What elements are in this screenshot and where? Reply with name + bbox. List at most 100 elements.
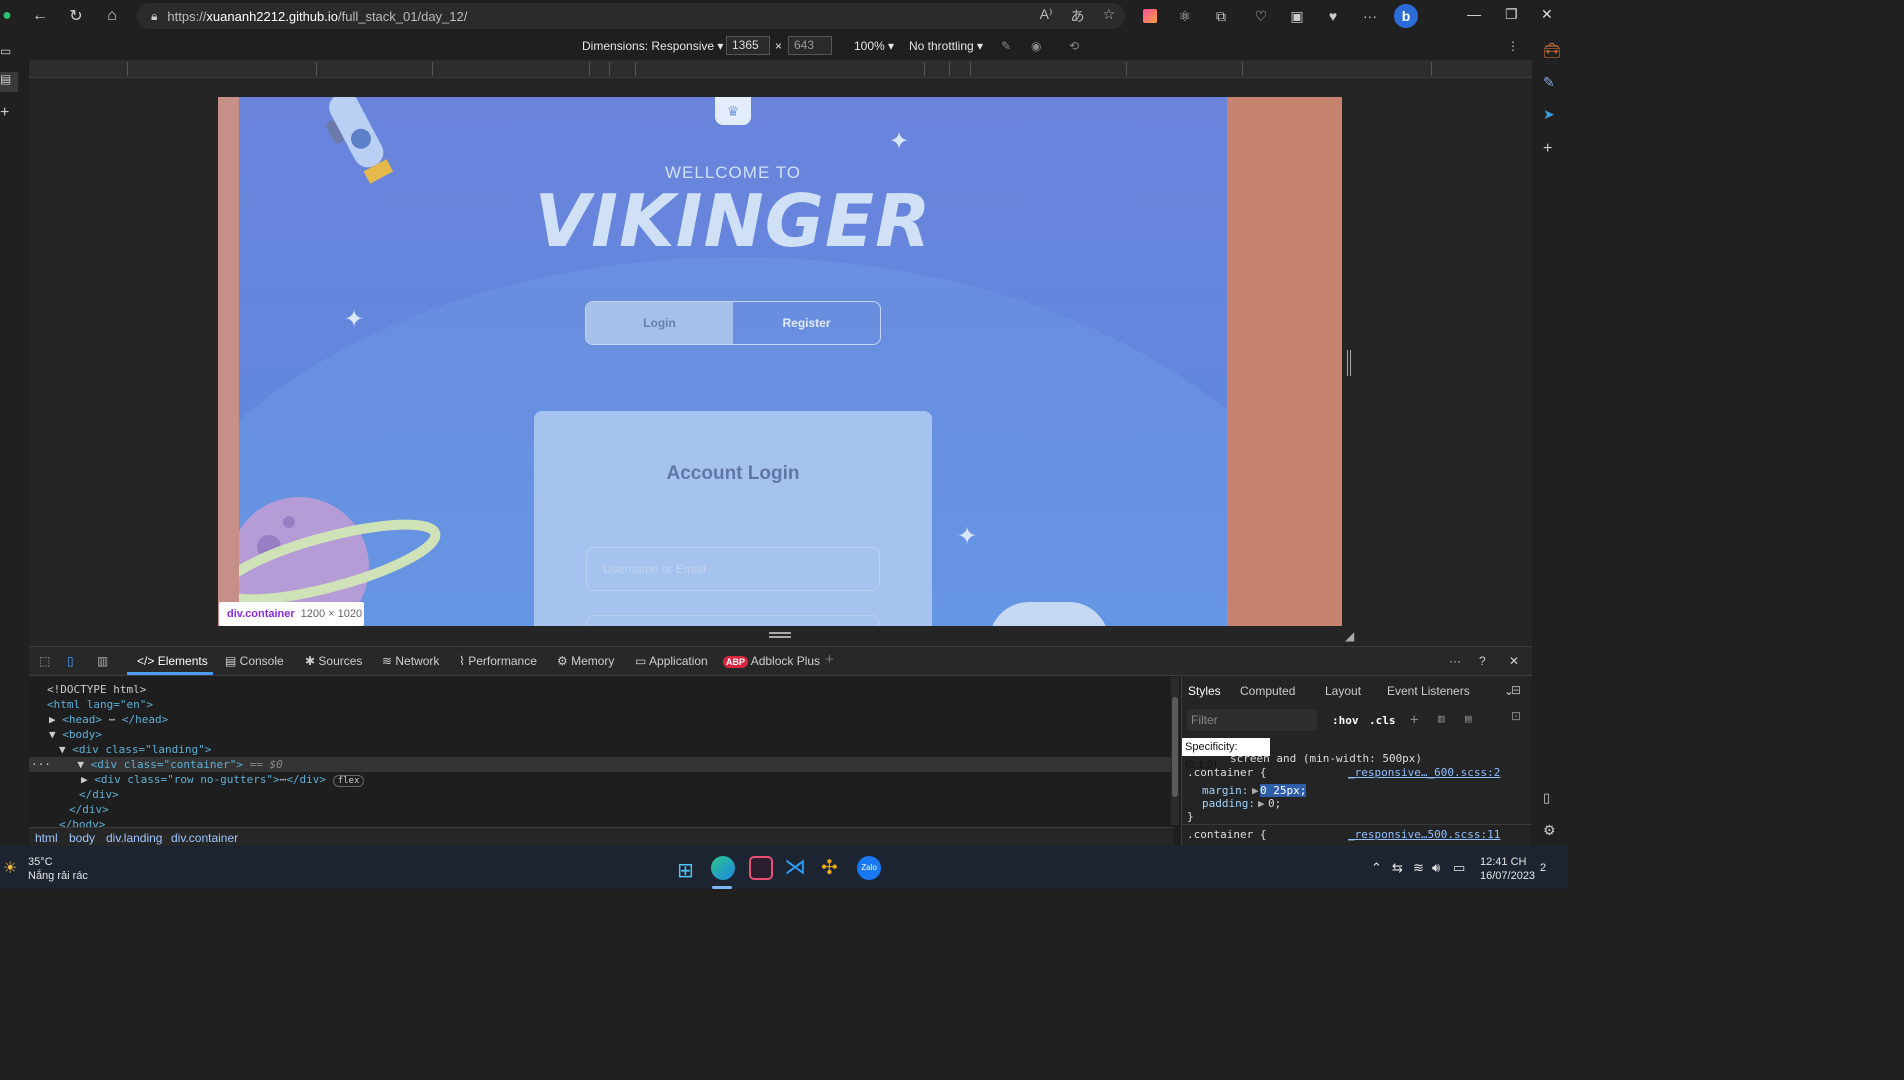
doctype-node[interactable]: <!DOCTYPE html> [47, 683, 146, 696]
extension-color-icon[interactable] [1140, 6, 1160, 26]
favorite-star-icon[interactable]: ☆ [1102, 6, 1115, 26]
notification-badge[interactable]: 2 [1540, 862, 1546, 874]
sidebar-settings-icon[interactable]: ⚙ [1543, 822, 1556, 839]
body-node[interactable]: ▼ <body> [49, 728, 102, 741]
container-node[interactable]: ··· ▼ <div class="container"> == $0 [31, 758, 283, 771]
color-format-icon[interactable]: ▥ [1438, 712, 1445, 725]
margin-property[interactable]: margin: [1202, 784, 1248, 797]
collections-icon[interactable]: ▣ [1287, 6, 1307, 26]
breadcrumb-html[interactable]: html [35, 831, 58, 845]
elements-tree[interactable]: <!DOCTYPE html> <html lang="en"> ▶ <head… [29, 677, 1174, 831]
rule-source-link[interactable]: _responsive…500.scss:11 [1348, 828, 1500, 841]
dock-side-icon[interactable]: ⊟ [1511, 683, 1521, 697]
margin-value[interactable]: 0 25px; [1260, 784, 1307, 797]
react-devtools-icon[interactable]: ⚛ [1175, 6, 1195, 26]
tab-event-listeners[interactable]: Event Listeners [1387, 684, 1470, 698]
tab-register[interactable]: Register [733, 302, 880, 344]
div-close-node[interactable]: </div> [79, 788, 119, 801]
padding-property[interactable]: padding: [1202, 797, 1255, 810]
html-node[interactable]: <html lang="en"> [47, 698, 153, 711]
vscode-icon[interactable]: ⋊ [784, 854, 806, 880]
wifi-icon[interactable]: ≋ [1413, 860, 1424, 876]
inspect-element-icon[interactable]: ⬚ [39, 654, 50, 668]
tab-computed[interactable]: Computed [1240, 684, 1295, 698]
hov-toggle[interactable]: :hov [1332, 714, 1359, 727]
password-input[interactable] [586, 615, 880, 626]
viewport-bottom-resize-handle[interactable] [769, 632, 791, 638]
height-input[interactable]: 643 [788, 36, 832, 55]
refresh-icon[interactable]: ↻ [58, 0, 94, 32]
weather-icon[interactable]: ☀ [3, 858, 17, 878]
cls-toggle[interactable]: .cls [1369, 714, 1396, 727]
viewport-resize-handle[interactable] [1347, 350, 1351, 376]
dock-icon[interactable]: ▥ [97, 654, 108, 668]
breadcrumb-landing[interactable]: div.landing [106, 831, 162, 845]
rule-selector[interactable]: .container { [1187, 828, 1266, 841]
tab-console[interactable]: ▤ Console [225, 654, 284, 668]
tab-performance[interactable]: ⌇ Performance [459, 654, 537, 668]
rule-source-link[interactable]: _responsive…_600.scss:2 [1348, 766, 1500, 779]
edge-icon[interactable] [711, 856, 735, 880]
width-input[interactable]: 1365 [726, 36, 770, 55]
new-rule-icon[interactable]: + [1410, 712, 1418, 728]
profile-icon[interactable]: ● [0, 0, 14, 32]
tab-adblock[interactable]: ABP Adblock Plus [723, 654, 820, 668]
restore-icon[interactable]: ❐ [1505, 6, 1518, 23]
add-sidebar-app-icon[interactable]: + [1543, 140, 1552, 158]
weather-text[interactable]: Nắng rải rác [28, 870, 88, 882]
corner-resize-icon[interactable]: ◢ [1345, 629, 1354, 643]
landing-node[interactable]: ▼ <div class="landing"> [59, 743, 211, 756]
padding-value[interactable]: 0; [1268, 797, 1281, 810]
rotate-icon[interactable]: ⟲ [1069, 39, 1079, 53]
sidebar-toggle-icon[interactable]: ▤ [1465, 712, 1472, 725]
add-tab-icon[interactable]: + [825, 651, 834, 668]
close-devtools-icon[interactable]: ✕ [1509, 654, 1519, 668]
bing-icon[interactable]: b [1394, 4, 1418, 28]
read-aloud-icon[interactable]: A⁾ [1040, 6, 1053, 26]
sidebar-hide-icon[interactable]: ▯ [1543, 790, 1550, 806]
favorites-icon[interactable]: ♡ [1251, 6, 1271, 26]
device-toolbar-menu-icon[interactable]: ⋮ [1507, 39, 1519, 53]
back-icon[interactable]: ← [22, 0, 58, 32]
clock-date[interactable]: 16/07/2023 [1480, 870, 1535, 882]
telegram-icon[interactable]: ➤ [1543, 106, 1555, 123]
chevron-up-icon[interactable]: ⌃ [1371, 860, 1382, 876]
vikinger-logo-icon[interactable]: ♛ [715, 97, 751, 125]
dimensions-dropdown[interactable]: Dimensions: Responsive ▾ [582, 39, 723, 53]
vision-icon[interactable]: ◉ [1031, 39, 1041, 53]
clock-time[interactable]: 12:41 CH [1480, 856, 1526, 868]
home-icon[interactable]: ⌂ [94, 0, 130, 32]
address-bar[interactable]: 🔒︎ https://xuananh2212.github.io/full_st… [137, 3, 1125, 29]
battery-icon[interactable]: ▭ [1453, 860, 1465, 876]
tab-application[interactable]: ▭ Application [635, 654, 708, 668]
device-toggle-icon[interactable]: ▯ [67, 654, 74, 668]
start-icon[interactable]: ⊞ [677, 858, 694, 883]
new-tab-icon[interactable]: + [0, 104, 9, 122]
volume-icon[interactable]: 🔊︎ [1432, 860, 1440, 876]
drop-icon[interactable]: ✎ [1543, 74, 1555, 91]
tab-login[interactable]: Login [586, 302, 733, 344]
network-devices-icon[interactable]: ⇆ [1392, 860, 1403, 876]
div-close-node[interactable]: </div> [69, 803, 109, 816]
tab-actions-icon[interactable]: ▭ [0, 44, 16, 58]
breadcrumb-body[interactable]: body [69, 831, 95, 845]
flex-badge[interactable]: flex [332, 775, 365, 787]
zalo-icon[interactable]: Zalo [857, 856, 881, 880]
slack-icon[interactable]: ✣ [821, 855, 838, 880]
tab-layout[interactable]: Layout [1325, 684, 1361, 698]
tools-icon[interactable]: 🧰︎ [1543, 42, 1561, 59]
rule-selector[interactable]: .container { [1187, 766, 1266, 779]
tab-sources[interactable]: ✱ Sources [305, 654, 362, 668]
elements-scrollbar[interactable] [1171, 677, 1179, 825]
performance-icon[interactable]: ♥ [1323, 6, 1343, 26]
undock-icon[interactable]: ⊡ [1511, 709, 1521, 723]
tab-network[interactable]: ≋ Network [382, 654, 439, 668]
weather-temp[interactable]: 35°C [28, 856, 53, 868]
zoom-dropdown[interactable]: 100% ▾ [854, 39, 894, 53]
figma-icon[interactable] [749, 856, 773, 880]
tab-elements[interactable]: </> Elements [137, 654, 208, 668]
tab-styles[interactable]: Styles [1188, 684, 1221, 698]
more-menu-icon[interactable]: ··· [1360, 6, 1380, 26]
active-tab-icon[interactable]: ▤ [0, 72, 18, 92]
translate-icon[interactable]: あ [1070, 6, 1084, 26]
